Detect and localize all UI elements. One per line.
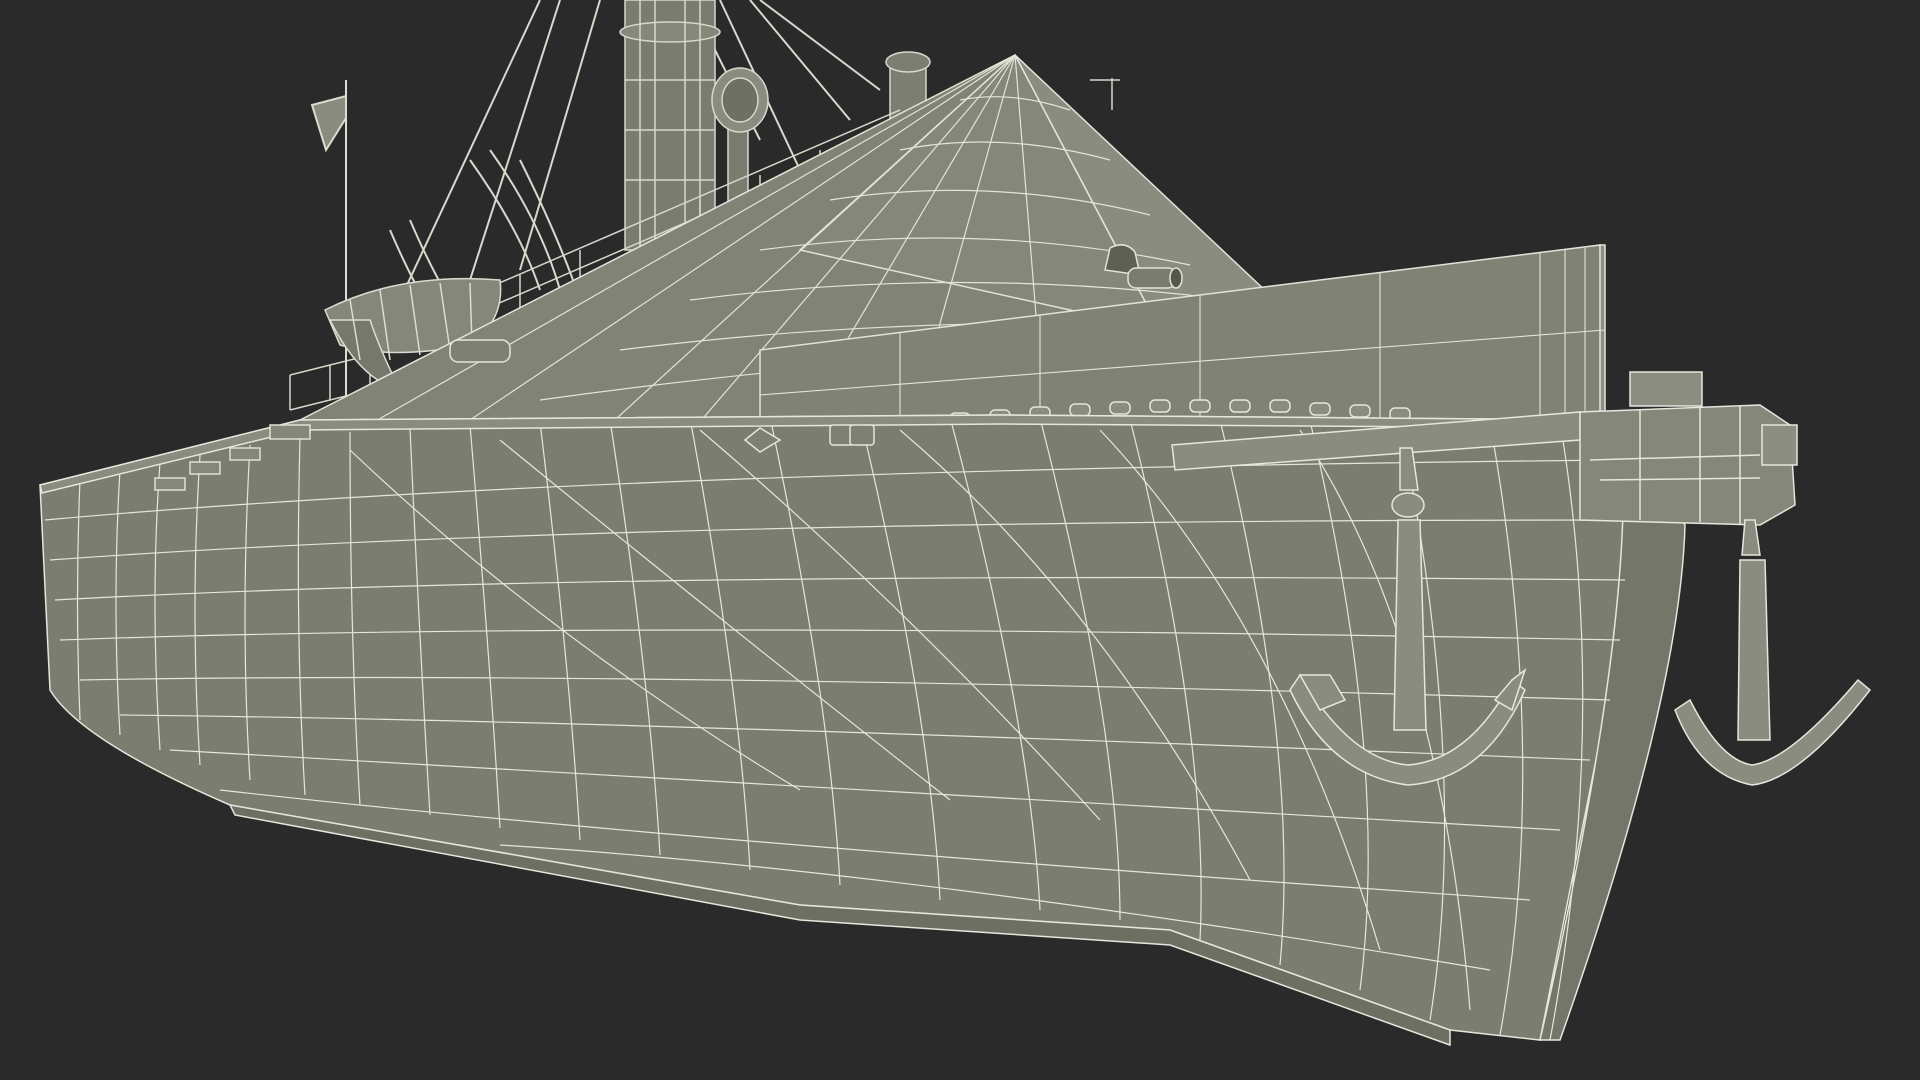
ship-wireframe-render [0,0,1920,1080]
render-viewport [0,0,1920,1080]
